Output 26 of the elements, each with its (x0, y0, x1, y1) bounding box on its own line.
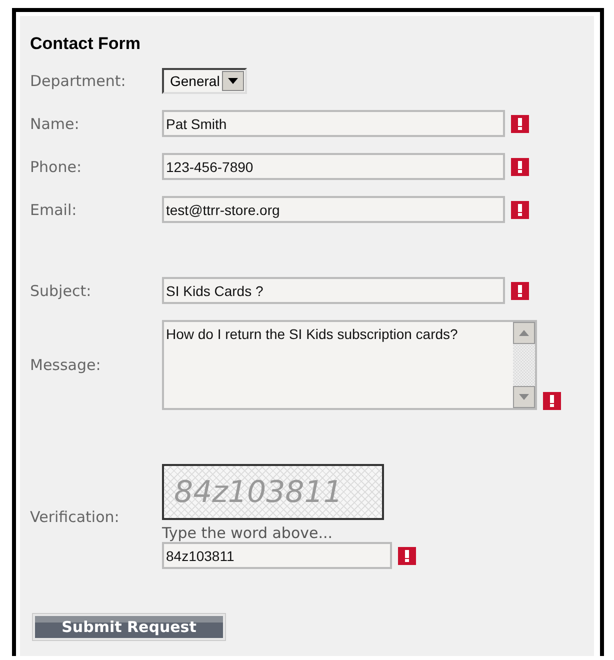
field-label: Department: (30, 72, 127, 90)
captcha-text: 84z103811 (174, 474, 342, 510)
error-icon (543, 392, 561, 410)
error-icon (511, 114, 529, 132)
submit-button[interactable]: Submit Request (32, 613, 226, 641)
department-select[interactable]: General (162, 68, 247, 94)
scroll-down-icon[interactable] (519, 394, 529, 400)
text-field[interactable]: test@ttrr-store.org (162, 196, 505, 223)
scroll-up-icon[interactable] (519, 330, 529, 336)
form-title: Contact Form (30, 34, 142, 54)
text-field[interactable]: 123-456-7890 (162, 153, 505, 180)
verification-field[interactable]: 84z103811 (162, 542, 392, 569)
error-icon (398, 546, 416, 564)
scrollbar[interactable] (513, 322, 535, 408)
field-label: Name: (30, 114, 80, 132)
field-label: Message: (30, 356, 102, 374)
text-field[interactable]: Pat Smith (162, 110, 505, 137)
error-icon (511, 158, 529, 176)
error-icon (511, 200, 529, 218)
text-field[interactable]: SI Kids Cards ? (162, 277, 505, 304)
field-label: Email: (30, 200, 78, 218)
captcha-hint: Type the word above... (162, 524, 333, 542)
field-label: Verification: (30, 508, 120, 526)
field-label: Subject: (30, 282, 92, 300)
error-icon (511, 282, 529, 300)
field-label: Phone: (30, 158, 83, 176)
